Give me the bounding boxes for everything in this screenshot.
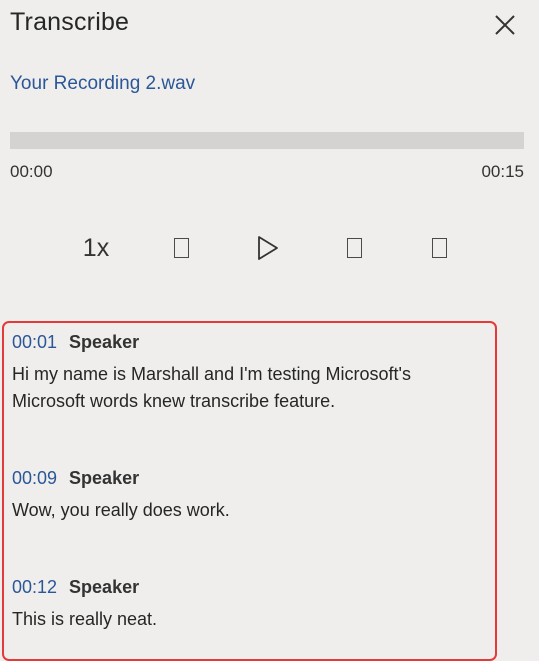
rewind-icon	[173, 238, 189, 258]
close-icon	[495, 15, 515, 35]
entry-timestamp-link[interactable]: 00:01	[12, 332, 57, 352]
playback-controls: 1x	[0, 226, 539, 270]
play-button[interactable]	[254, 226, 282, 270]
play-icon	[258, 236, 278, 260]
transcript-text: This is really neat.	[12, 609, 158, 629]
playback-progress-bar[interactable]	[10, 132, 524, 149]
settings-icon	[431, 238, 447, 258]
speaker-label: Speaker	[69, 332, 140, 352]
recording-file-link[interactable]: Your Recording 2.wav	[10, 73, 195, 95]
close-button[interactable]	[488, 8, 522, 42]
transcript-list: 00:01 Speaker Hi my name is Marshall and …	[2, 321, 497, 661]
playback-speed-button[interactable]: 1x	[72, 226, 120, 270]
speaker-label: Speaker	[69, 577, 140, 597]
transcript-entry: 00:01 Speaker Hi my name is Marshall and …	[12, 331, 482, 415]
rewind-button[interactable]	[168, 226, 194, 270]
transcript-entry: 00:09 Speaker Wow, you really does work.	[12, 467, 482, 524]
forward-icon	[346, 238, 362, 258]
panel-title: Transcribe	[10, 8, 130, 36]
transcript-text: Hi my name is Marshall and I'm testing M…	[12, 364, 411, 411]
current-time: 00:00	[10, 162, 53, 181]
settings-button[interactable]	[426, 226, 452, 270]
entry-timestamp-link[interactable]: 00:09	[12, 468, 57, 488]
entry-timestamp-link[interactable]: 00:12	[12, 577, 57, 597]
speaker-label: Speaker	[69, 468, 140, 488]
forward-button[interactable]	[341, 226, 367, 270]
transcript-text: Wow, you really does work.	[12, 500, 230, 520]
total-duration: 00:15	[481, 162, 524, 181]
transcript-entry: 00:12 Speaker This is really neat.	[12, 576, 482, 633]
